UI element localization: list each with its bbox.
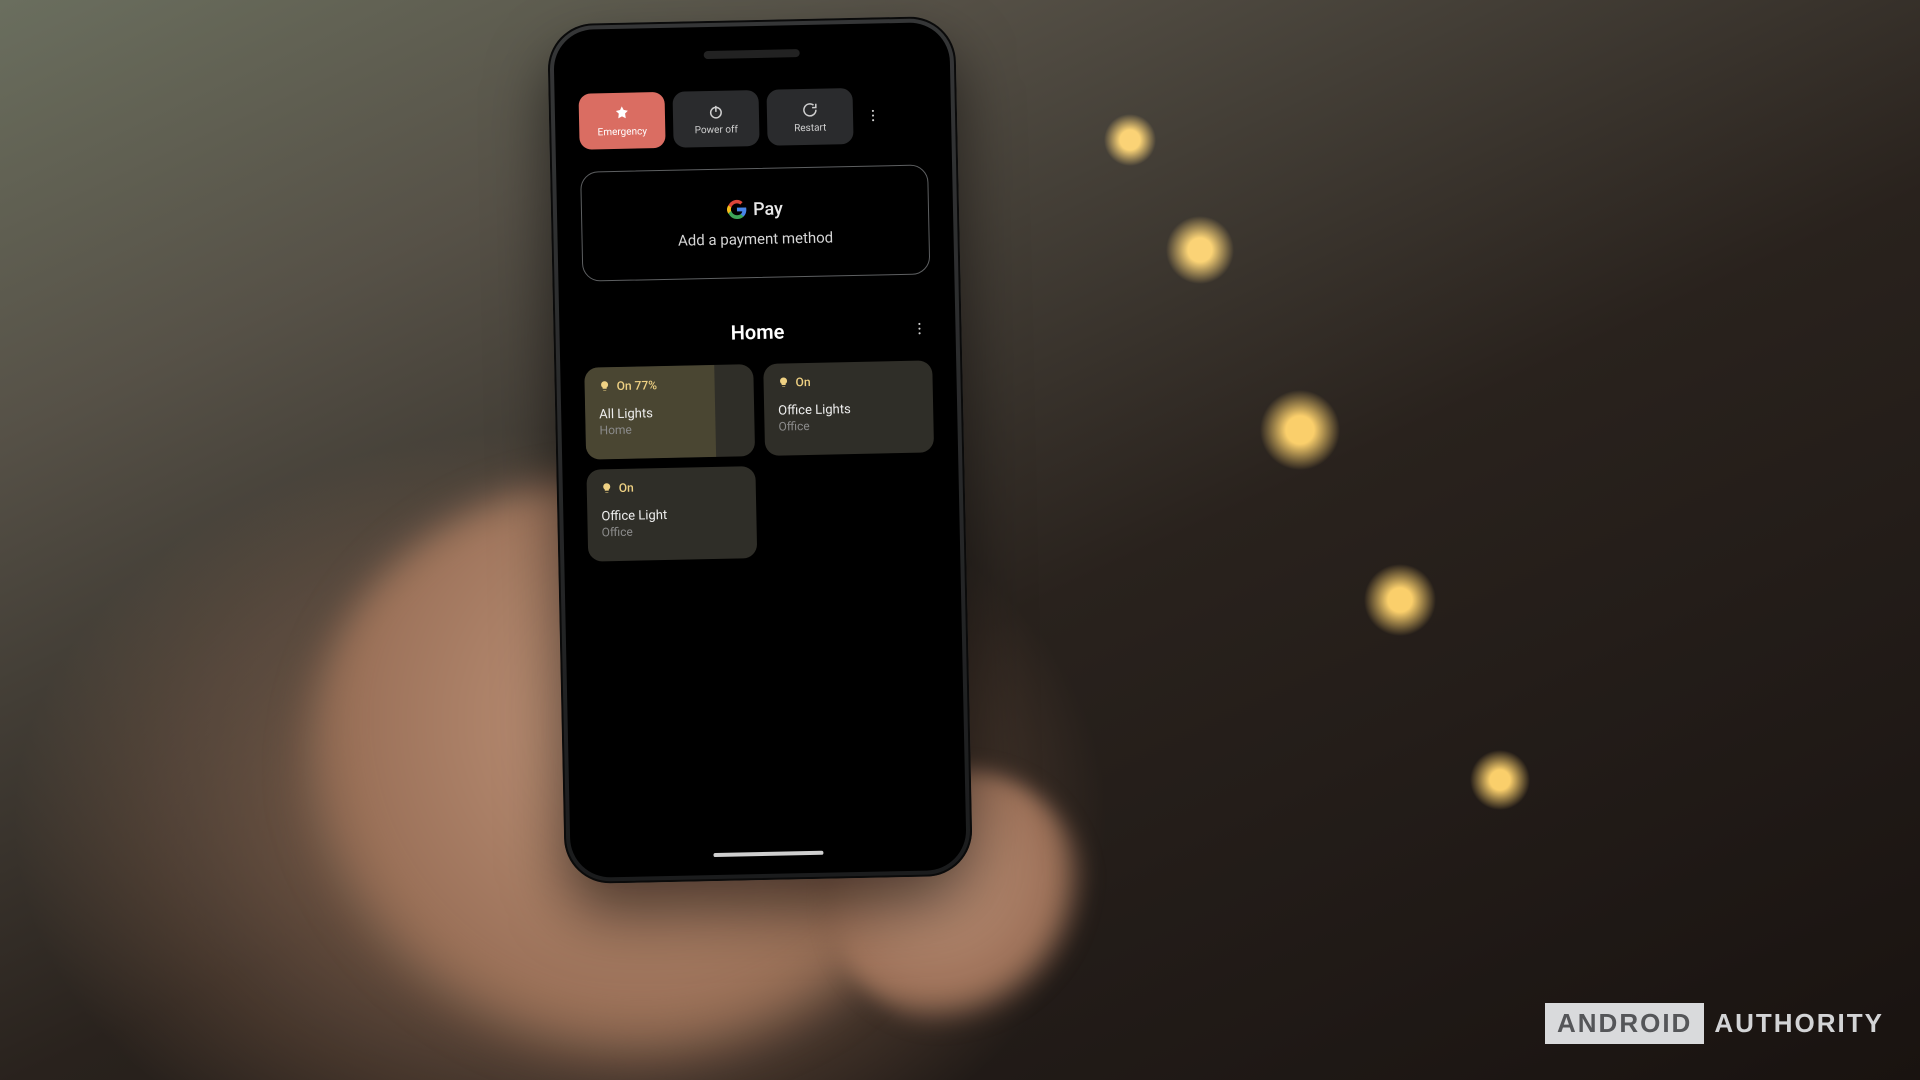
- home-title: Home: [607, 317, 907, 347]
- tile-name: Office Light: [601, 506, 742, 524]
- restart-label: Restart: [794, 122, 826, 134]
- phone-frame: Emergency Power off Restart: [547, 16, 973, 884]
- power-off-label: Power off: [695, 124, 739, 136]
- emergency-icon: [613, 104, 631, 122]
- home-overflow-button[interactable]: [907, 320, 931, 336]
- google-g-icon: [727, 199, 747, 219]
- lightbulb-icon: [601, 482, 613, 494]
- watermark-boxed: ANDROID: [1545, 1003, 1704, 1044]
- home-header-spacer: [584, 335, 608, 336]
- tile-status: On 77%: [598, 376, 739, 393]
- device-tile-office-lights[interactable]: On Office Lights Office: [763, 360, 934, 456]
- power-button-row: Emergency Power off Restart: [578, 86, 927, 149]
- google-pay-card[interactable]: Pay Add a payment method: [580, 164, 930, 281]
- lightbulb-icon: [777, 376, 789, 388]
- tile-location: Home: [599, 420, 740, 437]
- home-header: Home: [583, 316, 931, 347]
- power-icon: [707, 102, 725, 120]
- tile-status-text: On: [795, 375, 810, 389]
- tile-name: All Lights: [599, 404, 740, 422]
- tile-name: Office Lights: [778, 401, 919, 419]
- power-overflow-button[interactable]: [860, 87, 885, 143]
- tile-status-text: On 77%: [616, 378, 657, 393]
- device-tile-all-lights[interactable]: On 77% All Lights Home: [584, 364, 755, 460]
- google-pay-subtext: Add a payment method: [678, 228, 834, 249]
- tile-location: Office: [602, 522, 743, 539]
- emergency-label: Emergency: [597, 126, 647, 138]
- gesture-nav-bar[interactable]: [713, 851, 823, 857]
- phone-bezel: Emergency Power off Restart: [553, 22, 967, 878]
- photo-scene: Emergency Power off Restart: [0, 0, 1920, 1080]
- speaker-grille: [704, 49, 800, 59]
- device-tile-office-light[interactable]: On Office Light Office: [586, 466, 757, 562]
- restart-icon: [801, 100, 819, 118]
- tile-status: On: [777, 373, 918, 390]
- google-pay-logo: Pay: [727, 198, 783, 220]
- google-pay-brand: Pay: [753, 198, 783, 220]
- power-off-button[interactable]: Power off: [672, 90, 759, 148]
- lightbulb-icon: [599, 380, 611, 392]
- device-tiles: On 77% All Lights Home On Office: [584, 360, 936, 561]
- emergency-button[interactable]: Emergency: [578, 92, 665, 150]
- tile-location: Office: [778, 417, 919, 434]
- power-menu-screen: Emergency Power off Restart: [568, 78, 952, 832]
- watermark: ANDROID AUTHORITY: [1545, 1003, 1884, 1044]
- watermark-rest: AUTHORITY: [1714, 1008, 1884, 1039]
- tile-status: On: [601, 478, 742, 495]
- restart-button[interactable]: Restart: [766, 88, 853, 146]
- tile-status-text: On: [619, 481, 634, 495]
